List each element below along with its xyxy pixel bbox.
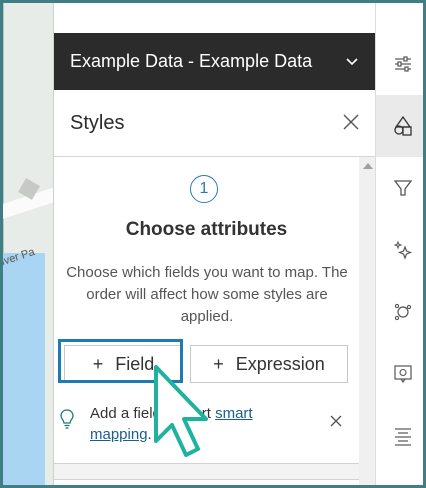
styles-header: Styles bbox=[54, 90, 376, 157]
scroll-up-arrow-icon[interactable] bbox=[363, 163, 373, 169]
styles-panel: Example Data - Example Data Styles 1 Cho… bbox=[53, 3, 376, 485]
rail-item-clustering[interactable] bbox=[376, 281, 423, 343]
app-window: iver Pa Example Data - Example Data Styl… bbox=[0, 0, 426, 488]
popups-icon bbox=[394, 365, 412, 384]
rail-item-effects[interactable] bbox=[376, 219, 423, 281]
add-expression-button[interactable]: + Expression bbox=[190, 345, 348, 383]
properties-icon bbox=[395, 56, 411, 72]
add-expression-label: Expression bbox=[235, 353, 325, 374]
scrollbar[interactable] bbox=[359, 157, 376, 485]
rail-item-properties[interactable] bbox=[376, 33, 423, 95]
layer-selector-title: Example Data - Example Data bbox=[70, 51, 313, 71]
pointer-cursor-icon bbox=[154, 365, 208, 457]
step-heading: Choose attributes bbox=[125, 219, 288, 240]
step-number-badge: 1 bbox=[190, 175, 218, 203]
next-section-card bbox=[54, 479, 359, 485]
plus-icon: + bbox=[213, 353, 224, 374]
filter-icon bbox=[393, 180, 413, 196]
map-water bbox=[3, 253, 45, 485]
chevron-down-icon[interactable] bbox=[344, 53, 360, 69]
layer-selector[interactable]: Example Data - Example Data bbox=[54, 33, 376, 90]
effects-icon bbox=[393, 240, 413, 260]
step-description: Choose which fields you want to map. The… bbox=[66, 264, 348, 325]
map-view[interactable]: iver Pa bbox=[3, 3, 53, 485]
action-rail bbox=[375, 3, 423, 485]
clustering-icon bbox=[394, 303, 412, 321]
rail-item-popups[interactable] bbox=[376, 343, 423, 405]
rail-item-fields[interactable] bbox=[376, 405, 423, 467]
lightbulb-icon bbox=[60, 409, 74, 429]
close-icon[interactable] bbox=[342, 113, 360, 131]
rail-item-styles[interactable] bbox=[376, 95, 423, 157]
fields-icon bbox=[395, 428, 411, 446]
styles-icon bbox=[394, 115, 412, 136]
styles-content: 1 Choose attributes Choose which fields … bbox=[54, 157, 376, 485]
close-icon[interactable] bbox=[330, 415, 342, 427]
styles-title: Styles bbox=[70, 111, 125, 134]
rail-item-filter[interactable] bbox=[376, 157, 423, 219]
